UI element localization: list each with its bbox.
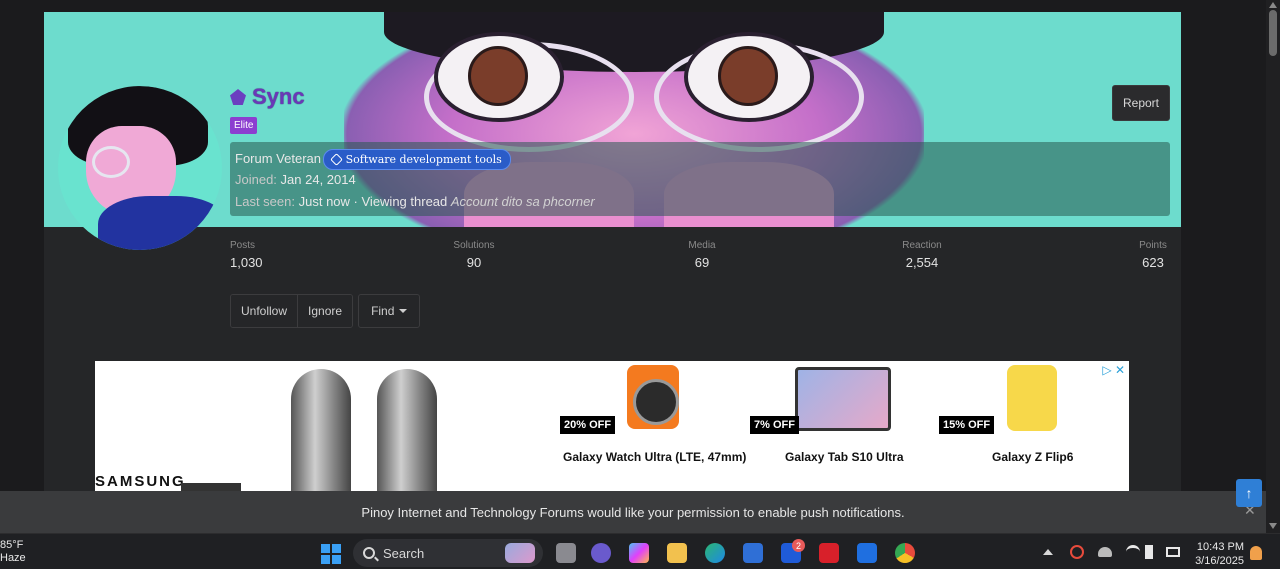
stat-label: Posts <box>230 240 256 251</box>
windows-taskbar: 85°F Haze Search 2 10:43 PM 3/16/2025 <box>0 533 1280 569</box>
dropbox-icon[interactable] <box>857 543 877 563</box>
battery-icon[interactable] <box>1166 547 1180 557</box>
find-label: Find <box>371 304 395 318</box>
ad-brand-logo: SAMSUNG <box>95 473 186 490</box>
user-title: Forum Veteran <box>235 150 321 166</box>
report-button[interactable]: Report <box>1112 85 1170 121</box>
ad-discount-badge: 20% OFF <box>560 416 616 434</box>
file-explorer-icon[interactable] <box>667 543 687 563</box>
adchoices-icon[interactable]: ▷ ✕ <box>1102 363 1125 377</box>
ad-phone-image <box>1007 365 1057 431</box>
profile-actions: Unfollow Ignore Find <box>230 294 421 328</box>
stat-label: Points <box>1139 240 1167 251</box>
weather-condition: Haze <box>0 552 26 564</box>
sync-error-icon[interactable] <box>1070 545 1084 559</box>
ad-discount-badge: 7% OFF <box>750 416 799 434</box>
scroll-to-top-button[interactable]: ↑ <box>1236 479 1262 507</box>
stat-posts[interactable]: Posts 1,030 <box>230 240 263 270</box>
chrome-icon[interactable] <box>895 543 915 563</box>
user-tag-label: Software development tools <box>345 153 502 166</box>
ad-product-name[interactable]: Galaxy Tab S10 Ultra <box>785 450 904 464</box>
user-tag-chip[interactable]: Software development tools <box>322 149 511 170</box>
avatar-glasses <box>92 146 130 178</box>
stat-value: 1,030 <box>230 255 263 270</box>
tag-icon <box>329 153 343 166</box>
push-notification-text: Pinoy Internet and Technology Forums wou… <box>361 504 905 520</box>
joined-date: Jan 24, 2014 <box>280 172 356 187</box>
windows-start-icon[interactable] <box>321 544 341 564</box>
username[interactable]: Sync <box>230 84 305 110</box>
mcafee-icon[interactable] <box>819 543 839 563</box>
search-icon <box>363 547 375 559</box>
clock-time: 10:43 PM <box>1196 541 1244 553</box>
taskbar-clock[interactable]: 10:43 PM 3/16/2025 <box>1188 540 1244 568</box>
last-seen-value: Just now <box>298 194 350 209</box>
stat-media[interactable]: Media 69 <box>680 240 724 270</box>
ad-product-name[interactable]: Galaxy Watch Ultra (LTE, 47mm) <box>563 450 746 464</box>
search-label: Search <box>383 545 425 561</box>
copilot-icon[interactable] <box>629 543 649 563</box>
profile-stats: Posts 1,030 Solutions 90 Media 69 Reacti… <box>230 240 1170 280</box>
activity-detail-link[interactable]: Account dito sa phcorner <box>451 194 595 209</box>
profile-info-box: Forum Veteran Software development tools… <box>230 142 1170 216</box>
wifi-icon[interactable] <box>1126 545 1140 559</box>
elite-badge: Elite <box>230 117 258 134</box>
avatar[interactable] <box>58 86 222 250</box>
push-notification-prompt[interactable]: Pinoy Internet and Technology Forums wou… <box>0 491 1266 533</box>
tray-chevron-up-icon[interactable] <box>1043 549 1053 555</box>
ad-product-name[interactable]: Galaxy Z Flip6 <box>992 450 1073 464</box>
stat-solutions[interactable]: Solutions 90 <box>442 240 506 270</box>
stat-label: Reaction <box>902 240 942 251</box>
page-scrollbar[interactable] <box>1266 0 1280 533</box>
temperature: 85°F <box>0 539 24 551</box>
taskbar-search[interactable]: Search <box>353 539 543 567</box>
joined-line: Joined: Jan 24, 2014 <box>235 172 356 187</box>
ad-discount-badge: 15% OFF <box>939 416 995 434</box>
follow-ignore-group: Unfollow Ignore <box>230 294 354 328</box>
activity-text: · Viewing thread <box>349 194 448 209</box>
cloud-offline-icon[interactable] <box>1098 547 1112 557</box>
ad-watch-image <box>627 365 679 429</box>
chevron-down-icon <box>399 309 408 313</box>
last-seen-label: Last seen: <box>235 194 295 209</box>
banner-iris <box>468 46 528 106</box>
banner-iris <box>718 46 778 106</box>
edge-icon[interactable] <box>705 543 725 563</box>
joined-label: Joined: <box>235 172 277 187</box>
stat-value: 90 <box>466 255 482 270</box>
last-seen-line: Last seen: Just now · Viewing thread Acc… <box>235 194 595 209</box>
username-text: Sync <box>252 84 305 109</box>
user-title-line: Forum Veteran Software development tools <box>235 149 511 170</box>
avatar-jacket <box>98 196 222 250</box>
search-highlight-icon <box>505 543 535 563</box>
stat-value: 69 <box>694 255 710 270</box>
banner-eye-right <box>684 32 814 122</box>
scroll-down-arrow-icon[interactable] <box>1269 523 1277 529</box>
scrollbar-thumb[interactable] <box>1269 10 1277 56</box>
stat-reaction[interactable]: Reaction 2,554 <box>896 240 948 270</box>
meet-icon[interactable] <box>591 543 611 563</box>
notification-bell-icon[interactable] <box>1250 546 1262 560</box>
stat-value: 2,554 <box>905 255 939 270</box>
user-rank-icon <box>230 89 246 105</box>
store-icon[interactable] <box>743 543 763 563</box>
unfollow-button[interactable]: Unfollow <box>231 295 299 327</box>
stat-points[interactable]: Points 623 <box>1136 240 1170 270</box>
ignore-button[interactable]: Ignore <box>298 295 353 327</box>
stat-label: Solutions <box>453 240 495 251</box>
profile-identity: Sync Elite <box>230 84 305 134</box>
ad-tablet-image <box>795 367 891 431</box>
scroll-up-arrow-icon[interactable] <box>1269 2 1277 8</box>
task-view-icon[interactable] <box>556 543 576 563</box>
clock-date: 3/16/2025 <box>1195 555 1244 567</box>
banner-eye-left <box>434 32 564 122</box>
browser-page: Sync Elite Report Forum Veteran Software… <box>0 0 1280 533</box>
find-dropdown-button[interactable]: Find <box>358 294 421 328</box>
weather-widget[interactable]: 85°F Haze <box>0 539 26 565</box>
volume-icon[interactable] <box>1145 545 1153 559</box>
notification-count-badge: 2 <box>792 539 805 552</box>
stat-value: 623 <box>1142 255 1164 270</box>
stat-label: Media <box>688 240 716 251</box>
